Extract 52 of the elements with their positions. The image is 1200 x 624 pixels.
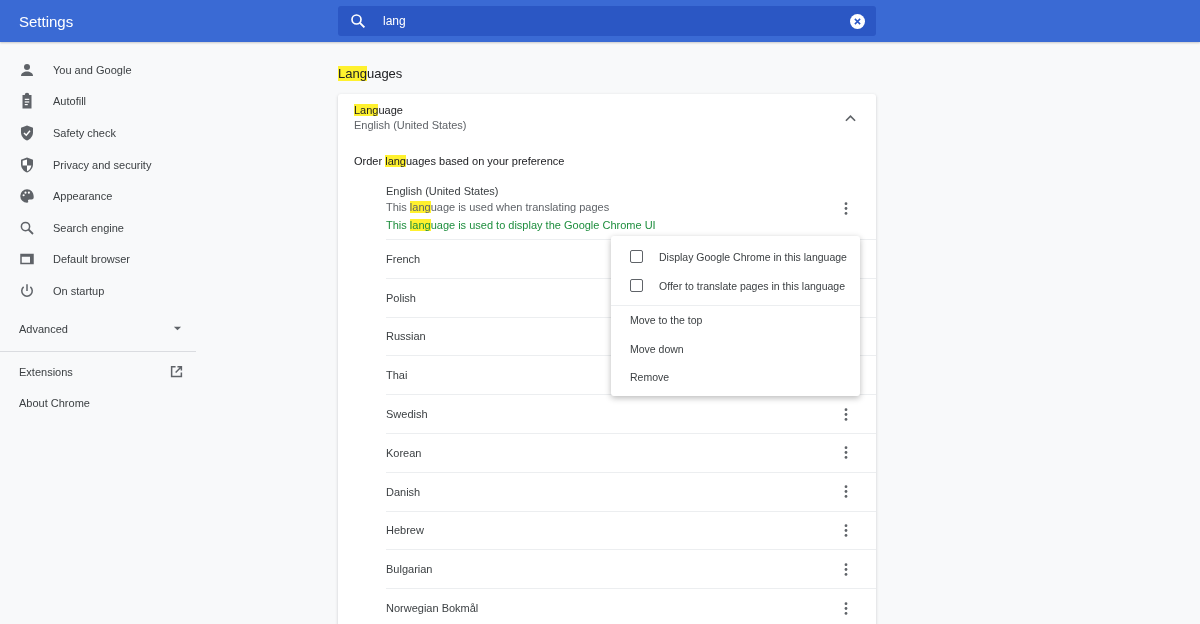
checkbox[interactable]	[630, 250, 643, 263]
order-label: Order languages based on your preference	[354, 155, 566, 167]
shield-icon	[18, 155, 36, 174]
menu-item[interactable]: Move down	[611, 334, 860, 363]
menu-checkbox-item[interactable]: Display Google Chrome in this language	[611, 242, 860, 271]
more-options-icon[interactable]	[844, 407, 848, 421]
setting-title: Language	[354, 104, 404, 116]
sidebar-item[interactable]: Default browser	[0, 243, 196, 276]
setting-value: English (United States)	[354, 119, 467, 131]
language-note: This language is used when translating pages	[386, 201, 611, 213]
more-options-icon[interactable]	[844, 562, 848, 576]
power-icon	[18, 281, 36, 300]
sidebar-link[interactable]: About Chrome	[0, 387, 196, 419]
language-name: Bulgarian	[386, 563, 433, 576]
language-name: Norwegian Bokmål	[386, 602, 479, 615]
language-note: This language is used to display the Google Chrome UI	[386, 219, 656, 231]
sidebar-item[interactable]: Search engine	[0, 211, 196, 244]
more-options-icon[interactable]	[844, 601, 848, 615]
more-options-icon[interactable]	[844, 201, 848, 215]
search-icon	[349, 12, 367, 30]
language-name: Korean	[386, 446, 422, 459]
more-options-icon[interactable]	[844, 485, 848, 499]
language-name: English (United States)	[386, 185, 500, 197]
palette-icon	[18, 187, 36, 206]
sidebar-item[interactable]: On startup	[0, 275, 196, 307]
checkbox[interactable]	[630, 279, 643, 292]
menu-checkbox-item[interactable]: Offer to translate pages in this language	[611, 271, 860, 300]
page-title: Settings	[18, 12, 75, 30]
language-name: Hebrew	[386, 524, 424, 537]
sidebar-item[interactable]: You and Google	[0, 54, 196, 86]
language-name: Polish	[386, 291, 416, 304]
menu-item[interactable]: Remove	[611, 363, 860, 392]
advanced-section-toggle[interactable]: Advanced	[0, 306, 196, 351]
language-name: Danish	[386, 485, 421, 498]
shield-check-icon	[18, 124, 36, 142]
language-name: Swedish	[386, 408, 428, 421]
more-options-icon[interactable]	[844, 523, 848, 537]
clear-icon[interactable]	[850, 13, 865, 29]
language-name: French	[386, 252, 421, 265]
sidebar-item[interactable]: Privacy and security	[0, 148, 196, 181]
language-name: Russian	[386, 330, 426, 343]
collapse-icon[interactable]	[845, 113, 856, 122]
search-field[interactable]: lang	[338, 6, 876, 36]
sidebar-link[interactable]: Extensions	[0, 355, 196, 388]
menu-item[interactable]: Move to the top	[611, 306, 860, 335]
section-title: Languages	[338, 66, 404, 81]
external-link-icon	[169, 364, 184, 379]
sidebar-item[interactable]: Safety check	[0, 117, 196, 149]
more-options-icon[interactable]	[844, 446, 848, 460]
language-name: Thai	[386, 369, 408, 382]
sidebar-item[interactable]: Appearance	[0, 180, 196, 212]
sidebar-item[interactable]: Autofill	[0, 85, 196, 118]
